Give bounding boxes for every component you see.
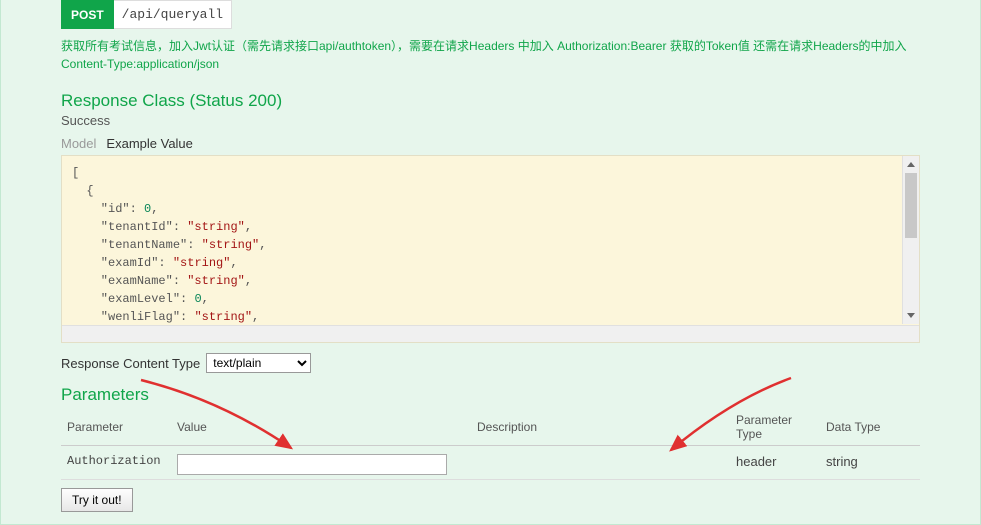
table-row: Authorization header string xyxy=(61,446,920,480)
http-method-badge: POST xyxy=(61,0,114,29)
horizontal-scrollbar[interactable] xyxy=(62,325,919,342)
col-description: Description xyxy=(471,409,730,446)
param-description xyxy=(471,446,730,480)
parameters-table: Parameter Value Description Parameter Ty… xyxy=(61,409,920,480)
scroll-up-button[interactable] xyxy=(903,156,919,173)
endpoint-description: 获取所有考试信息，加入Jwt认证（需先请求接口api/authtoken），需要… xyxy=(1,29,980,77)
tab-model[interactable]: Model xyxy=(61,136,96,151)
example-value-box[interactable]: [ { "id": 0, "tenantId": "string", "tena… xyxy=(61,155,920,343)
col-parameter-type: Parameter Type xyxy=(730,409,820,446)
scroll-down-button[interactable] xyxy=(903,307,919,324)
endpoint-path: /api/queryall xyxy=(114,0,232,29)
response-tabs: Model Example Value xyxy=(61,136,920,151)
example-json: [ { "id": 0, "tenantId": "string", "tena… xyxy=(62,156,919,334)
parameters-heading: Parameters xyxy=(61,385,920,405)
vertical-scrollbar[interactable] xyxy=(902,156,919,324)
col-parameter: Parameter xyxy=(61,409,171,446)
response-content-type-select[interactable]: text/plain xyxy=(206,353,311,373)
param-value-input[interactable] xyxy=(177,454,447,475)
api-operation-panel: POST /api/queryall 获取所有考试信息，加入Jwt认证（需先请求… xyxy=(0,0,981,525)
response-content-type-row: Response Content Type text/plain xyxy=(61,353,920,373)
endpoint-header[interactable]: POST /api/queryall xyxy=(1,0,980,29)
scroll-thumb[interactable] xyxy=(905,173,917,238)
response-content-type-label: Response Content Type xyxy=(61,356,200,371)
response-class-heading: Response Class (Status 200) xyxy=(61,91,920,111)
col-value: Value xyxy=(171,409,471,446)
param-data-type: string xyxy=(820,446,920,480)
try-it-out-button[interactable]: Try it out! xyxy=(61,488,133,512)
response-status-text: Success xyxy=(61,113,920,128)
col-data-type: Data Type xyxy=(820,409,920,446)
param-name: Authorization xyxy=(61,446,171,480)
param-type: header xyxy=(730,446,820,480)
tab-example-value[interactable]: Example Value xyxy=(106,136,192,151)
